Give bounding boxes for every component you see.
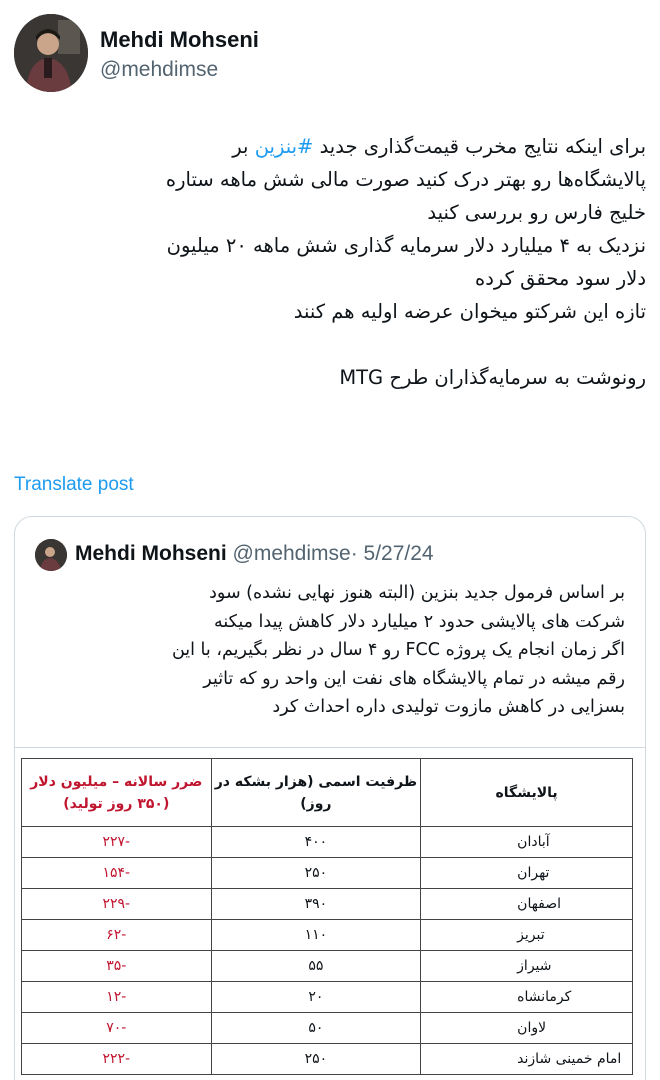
- post-header: Mehdi Mohseni @mehdimse: [14, 14, 646, 94]
- table-row: تهران ۲۵۰ -۱۵۴: [21, 857, 633, 889]
- loss-value: -۲۲۹: [21, 888, 212, 920]
- capacity-value: ۲۵۰: [210, 1043, 422, 1075]
- header-loss: ضرر سالانه – میلیون دلار (۳۵۰ روز تولید): [21, 758, 212, 827]
- post-line: رونوشت به سرمایه‌گذاران طرح MTG: [339, 366, 646, 389]
- loss-value: -۷۰: [21, 1012, 212, 1044]
- refinery-name: اصفهان: [420, 888, 633, 920]
- quoted-line: شرکت های پالایشی حدود ۲ میلیارد دلار کاه…: [214, 611, 625, 632]
- table-header-row: پالایشگاه ظرفیت اسمی (هزار بشکه در روز) …: [21, 758, 633, 827]
- post-line: تازه این شرکتو میخوان عرضه اولیه هم کنند: [293, 300, 646, 323]
- post-text: برای اینکه نتایج مخرب قیمت‌گذاری جدید #ب…: [14, 130, 646, 394]
- avatar-photo-icon: [35, 539, 67, 571]
- table-row: شیراز ۵۵ -۳۵: [21, 950, 633, 982]
- refinery-name: لاوان: [420, 1012, 633, 1044]
- capacity-value: ۵۵: [210, 950, 422, 982]
- capacity-value: ۲۵۰: [210, 857, 422, 889]
- quoted-post[interactable]: Mehdi Mohseni @mehdimse· 5/27/24 بر اساس…: [14, 516, 646, 1080]
- author-handle[interactable]: @mehdimse: [100, 56, 259, 84]
- avatar-photo-icon: [14, 14, 88, 92]
- quoted-line: رقم میشه در تمام پالایشگاه های نفت این و…: [203, 668, 625, 689]
- refinery-name: تهران: [420, 857, 633, 889]
- capacity-value: ۳۹۰: [210, 888, 422, 920]
- quoted-author-name[interactable]: Mehdi Mohseni: [75, 542, 227, 565]
- table-row: لاوان ۵۰ -۷۰: [21, 1012, 633, 1044]
- table-row: امام خمینی شازند ۲۵۰ -۲۲۲: [21, 1043, 633, 1075]
- refinery-name: تبریز: [420, 919, 633, 951]
- header-refinery: پالایشگاه: [420, 758, 633, 827]
- quoted-table-image[interactable]: پالایشگاه ظرفیت اسمی (هزار بشکه در روز) …: [15, 747, 645, 1080]
- quoted-line: بسزایی در کاهش مازوت تولیدی داره احداث ک…: [272, 697, 625, 717]
- refinery-name: کرمانشاه: [420, 981, 633, 1013]
- author-name[interactable]: Mehdi Mohseni: [100, 26, 259, 54]
- loss-value: -۱۲: [21, 981, 212, 1013]
- capacity-value: ۴۰۰: [210, 826, 422, 858]
- capacity-value: ۱۱۰: [210, 919, 422, 951]
- quoted-author-handle[interactable]: @mehdimse: [233, 542, 351, 565]
- post-text-segment: بر: [232, 135, 255, 158]
- loss-value: -۲۲۷: [21, 826, 212, 858]
- loss-value: -۳۵: [21, 950, 212, 982]
- author-avatar[interactable]: [14, 14, 88, 92]
- refinery-name: امام خمینی شازند: [420, 1043, 633, 1075]
- header-capacity: ظرفیت اسمی (هزار بشکه در روز): [210, 758, 422, 827]
- post-line: نزدیک به ۴ میلیارد دلار سرمایه گذاری شش …: [166, 234, 646, 257]
- refinery-loss-table: پالایشگاه ظرفیت اسمی (هزار بشکه در روز) …: [21, 758, 633, 1075]
- refinery-name: شیراز: [420, 950, 633, 982]
- table-row: اصفهان ۳۹۰ -۲۲۹: [21, 888, 633, 920]
- capacity-value: ۵۰: [210, 1012, 422, 1044]
- post-line: خلیج فارس رو بررسی کنید: [427, 201, 646, 224]
- meta-separator: ·: [350, 542, 358, 565]
- table-row: کرمانشاه ۲۰ -۱۲: [21, 981, 633, 1013]
- translate-post-link[interactable]: Translate post: [14, 474, 134, 496]
- loss-value: -۱۵۴: [21, 857, 212, 889]
- table-row: تبریز ۱۱۰ -۶۲: [21, 919, 633, 951]
- quoted-line: بر اساس فرمول جدید بنزین (البته هنوز نها…: [209, 583, 625, 603]
- post-line: برای اینکه نتایج مخرب قیمت‌گذاری جدید #ب…: [14, 130, 646, 163]
- capacity-value: ۲۰: [210, 981, 422, 1013]
- quoted-line: اگر زمان انجام یک پروژه FCC رو ۴ سال در …: [171, 640, 625, 660]
- post-line: دلار سود محقق کرده: [474, 267, 646, 290]
- table-row: آبادان ۴۰۰ -۲۲۷: [21, 826, 633, 858]
- hashtag-link[interactable]: #بنزین: [255, 135, 314, 158]
- loss-value: -۶۲: [21, 919, 212, 951]
- loss-value: -۲۲۲: [21, 1043, 212, 1075]
- post-line: پالایشگاه‌ها رو بهتر درک کنید صورت مالی …: [165, 168, 646, 191]
- quoted-post-date[interactable]: 5/27/24: [364, 542, 434, 565]
- post-text-segment: برای اینکه نتایج مخرب قیمت‌گذاری جدید: [313, 135, 646, 158]
- refinery-name: آبادان: [420, 826, 633, 858]
- quoted-author-avatar[interactable]: [35, 539, 67, 571]
- quoted-post-text: بر اساس فرمول جدید بنزین (البته هنوز نها…: [31, 579, 625, 722]
